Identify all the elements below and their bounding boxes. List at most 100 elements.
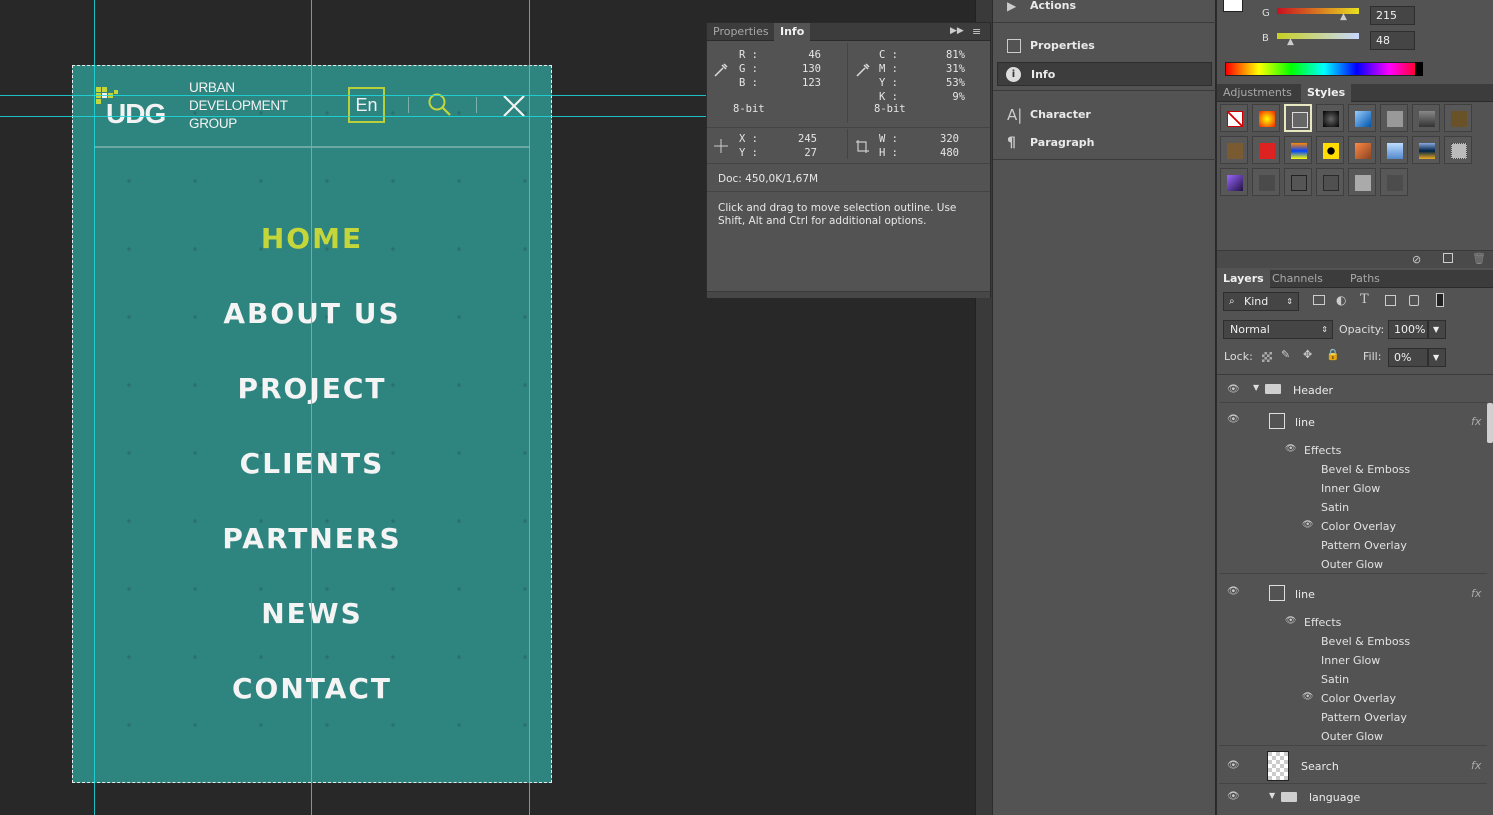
tab-paths[interactable]: Paths — [1344, 270, 1386, 288]
pixel-filter-icon[interactable] — [1313, 295, 1325, 305]
style-swatch[interactable] — [1316, 104, 1344, 132]
layer-filter-select[interactable]: ⌕ Kind ⇕ — [1223, 292, 1299, 311]
visibility-eye-icon[interactable]: 👁 — [1227, 384, 1241, 395]
tab-info[interactable]: Info — [774, 23, 811, 41]
effect-item[interactable]: Bevel & Emboss — [1321, 463, 1410, 476]
panel-properties[interactable]: Properties — [997, 34, 1212, 58]
opacity-input[interactable]: 100% — [1388, 320, 1428, 339]
effect-item[interactable]: Pattern Overlay — [1321, 539, 1407, 552]
nav-about-us[interactable]: ABOUT US — [72, 297, 552, 330]
expand-arrow-icon[interactable]: ▼ — [1269, 791, 1275, 800]
style-swatch[interactable] — [1444, 136, 1472, 164]
fill-dropdown[interactable]: ▼ — [1428, 348, 1446, 367]
visibility-eye-icon[interactable]: 👁 — [1285, 616, 1296, 626]
panel-resize-handle[interactable] — [707, 291, 990, 298]
style-swatch[interactable] — [1412, 104, 1440, 132]
style-swatch[interactable] — [1348, 168, 1376, 196]
fill-input[interactable]: 0% — [1388, 348, 1428, 367]
effect-item[interactable]: Inner Glow — [1321, 654, 1380, 667]
slider-handle-icon[interactable]: ▲ — [1287, 37, 1294, 47]
language-button[interactable]: En — [348, 87, 385, 123]
tab-layers[interactable]: Layers — [1217, 270, 1270, 288]
lock-pixels-icon[interactable]: ✎ — [1281, 348, 1290, 361]
color-spectrum[interactable] — [1225, 62, 1423, 76]
tab-channels[interactable]: Channels — [1266, 270, 1329, 288]
layer-name[interactable]: line — [1295, 416, 1315, 429]
style-swatch[interactable] — [1380, 104, 1408, 132]
style-swatch[interactable] — [1220, 168, 1248, 196]
visibility-eye-icon[interactable]: 👁 — [1302, 692, 1313, 702]
panel-paragraph[interactable]: ¶ Paragraph — [997, 131, 1212, 155]
style-swatch-selected[interactable] — [1284, 104, 1312, 132]
effect-item[interactable]: Outer Glow — [1321, 730, 1383, 743]
fx-icon[interactable]: fx — [1471, 759, 1481, 772]
smart-filter-icon[interactable] — [1409, 295, 1419, 306]
effect-item[interactable]: Outer Glow — [1321, 558, 1383, 571]
guide-horizontal[interactable] — [0, 116, 706, 117]
visibility-eye-icon[interactable]: 👁 — [1302, 520, 1313, 530]
nav-home[interactable]: HOME — [72, 222, 552, 255]
expand-arrow-icon[interactable]: ▼ — [1253, 383, 1259, 392]
style-swatch[interactable] — [1444, 104, 1472, 132]
style-swatch[interactable] — [1348, 104, 1376, 132]
artboard-mobile-menu[interactable]: UDG URBAN DEVELOPMENT GROUP En HOME ABOU… — [72, 65, 552, 783]
spectrum-black[interactable] — [1415, 62, 1423, 76]
layer-name[interactable]: line — [1295, 588, 1315, 601]
panel-info[interactable]: i Info — [997, 62, 1212, 86]
guide-vertical[interactable] — [94, 0, 95, 815]
lock-position-icon[interactable]: ✥ — [1303, 348, 1312, 361]
effect-item[interactable]: Color Overlay — [1321, 520, 1396, 533]
fx-icon[interactable]: fx — [1471, 587, 1481, 600]
slider-handle-icon[interactable]: ▲ — [1340, 12, 1347, 22]
shape-filter-icon[interactable] — [1385, 295, 1396, 306]
style-swatch[interactable] — [1284, 136, 1312, 164]
layer-name[interactable]: Search — [1301, 760, 1339, 773]
visibility-eye-icon[interactable]: 👁 — [1227, 414, 1241, 425]
visibility-eye-icon[interactable]: 👁 — [1227, 586, 1241, 597]
guide-vertical[interactable] — [529, 0, 530, 815]
adjustment-filter-icon[interactable]: ◐ — [1336, 293, 1346, 307]
new-style-icon[interactable] — [1443, 253, 1453, 263]
tab-styles[interactable]: Styles — [1301, 84, 1352, 102]
foreground-color-swatch[interactable] — [1223, 0, 1243, 12]
layer-line-1[interactable]: 👁 line fx 👁 Effects Bevel & Emboss Inner… — [1219, 404, 1487, 574]
layer-name[interactable]: language — [1309, 791, 1360, 804]
layer-line-2[interactable]: 👁 line fx 👁 Effects Bevel & Emboss Inner… — [1219, 576, 1487, 746]
layer-search[interactable]: 👁 Search fx — [1219, 748, 1487, 784]
effect-item[interactable]: Satin — [1321, 501, 1349, 514]
clear-style-icon[interactable]: ⊘ — [1412, 253, 1421, 266]
lock-transparency-icon[interactable] — [1262, 352, 1272, 362]
style-swatch[interactable] — [1284, 168, 1312, 196]
layer-header-group[interactable]: 👁 ▼ Header — [1219, 376, 1487, 403]
nav-clients[interactable]: CLIENTS — [72, 447, 552, 480]
visibility-eye-icon[interactable]: 👁 — [1227, 760, 1241, 771]
effect-item[interactable]: Pattern Overlay — [1321, 711, 1407, 724]
style-swatch[interactable] — [1252, 136, 1280, 164]
style-swatch[interactable] — [1316, 136, 1344, 164]
lock-all-icon[interactable]: 🔒 — [1326, 348, 1340, 361]
style-swatch[interactable] — [1412, 136, 1440, 164]
style-swatch[interactable] — [1220, 136, 1248, 164]
guide-horizontal[interactable] — [0, 95, 706, 96]
nav-contact[interactable]: CONTACT — [72, 672, 552, 705]
tab-properties[interactable]: Properties — [707, 23, 775, 41]
panel-character[interactable]: A| Character — [997, 103, 1212, 127]
effect-item[interactable]: Satin — [1321, 673, 1349, 686]
style-swatch[interactable] — [1252, 104, 1280, 132]
style-none[interactable] — [1220, 104, 1248, 132]
effect-item[interactable]: Inner Glow — [1321, 482, 1380, 495]
effect-item[interactable]: Color Overlay — [1321, 692, 1396, 705]
color-b-input[interactable]: 48 — [1370, 31, 1415, 50]
style-swatch[interactable] — [1252, 168, 1280, 196]
style-swatch[interactable] — [1380, 168, 1408, 196]
nav-news[interactable]: NEWS — [72, 597, 552, 630]
trash-icon[interactable]: 🗑 — [1472, 252, 1486, 265]
style-swatch[interactable] — [1380, 136, 1408, 164]
layer-name[interactable]: Header — [1293, 384, 1333, 397]
nav-project[interactable]: PROJECT — [72, 372, 552, 405]
nav-partners[interactable]: PARTNERS — [72, 522, 552, 555]
filter-toggle[interactable] — [1436, 293, 1444, 307]
style-swatch[interactable] — [1348, 136, 1376, 164]
color-g-input[interactable]: 215 — [1370, 6, 1415, 25]
type-filter-icon[interactable]: T — [1360, 292, 1369, 307]
